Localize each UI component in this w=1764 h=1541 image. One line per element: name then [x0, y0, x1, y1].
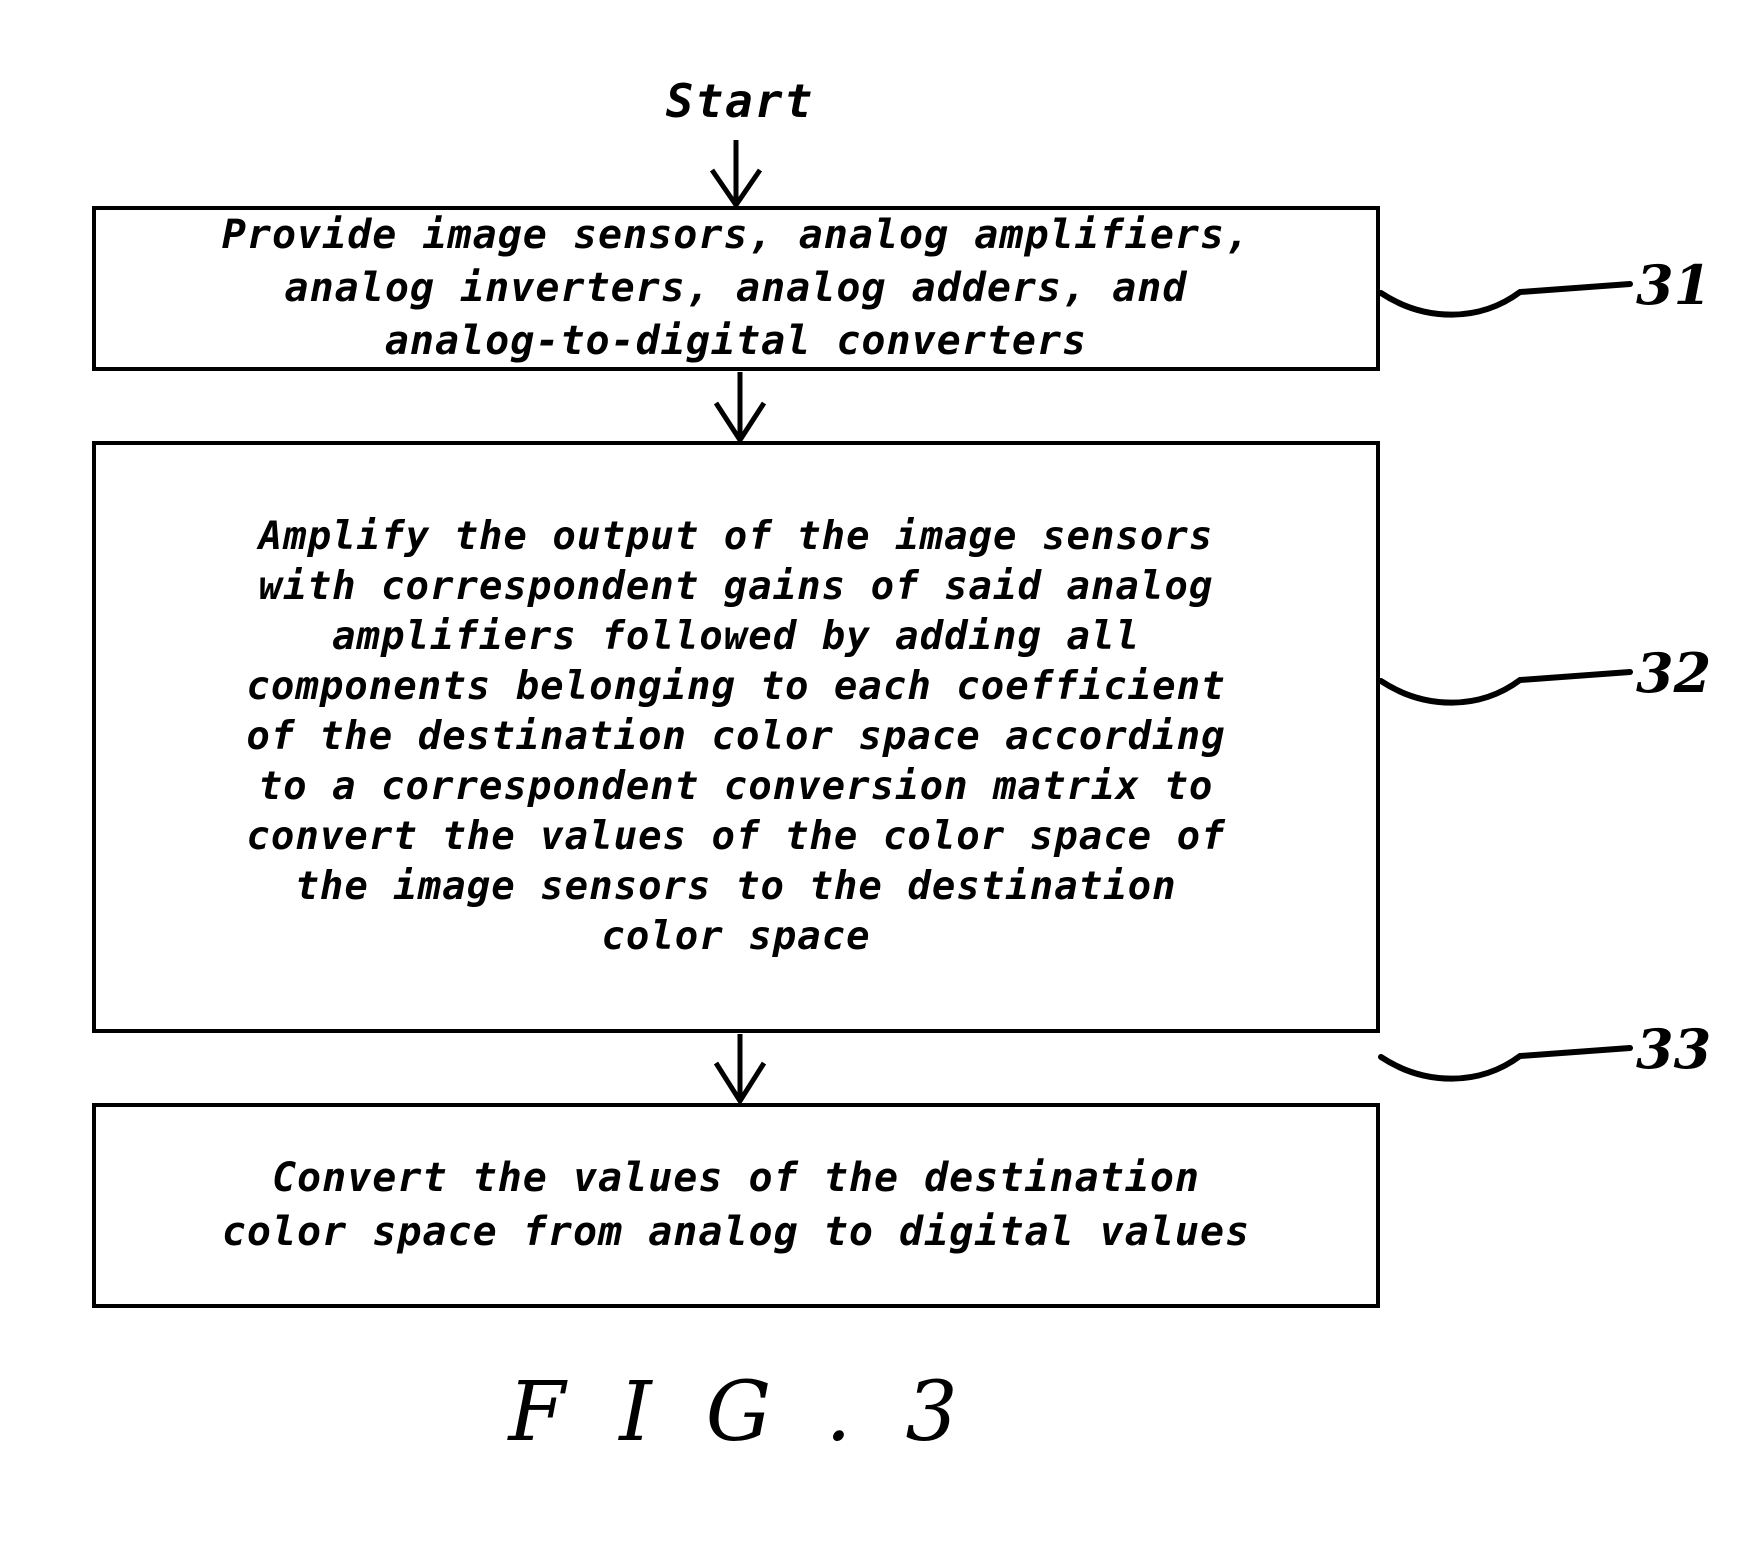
figure-caption: F I G . 3: [508, 1365, 972, 1460]
process-box-step-1-text: Provide image sensors, analog amplifiers…: [221, 211, 1251, 365]
process-box-step-1: Provide image sensors, analog amplifiers…: [92, 206, 1380, 371]
process-box-step-2-text: Amplify the output of the image sensors …: [246, 513, 1226, 960]
reference-numeral-32: 32: [1636, 641, 1712, 705]
leader-line-32: [1378, 669, 1633, 706]
patent-figure: Start Provide image sensors, analog ampl…: [0, 0, 1764, 1541]
leader-line-31: [1378, 281, 1633, 318]
arrow-step1-to-step2: [713, 372, 767, 445]
process-box-step-3-text: Convert the values of the destination co…: [221, 1154, 1251, 1255]
reference-numeral-31: 31: [1636, 253, 1712, 317]
process-box-step-2: Amplify the output of the image sensors …: [92, 441, 1380, 1033]
leader-line-33: [1378, 1045, 1633, 1082]
reference-numeral-33: 33: [1636, 1017, 1712, 1081]
start-label: Start: [665, 74, 815, 128]
process-box-step-3: Convert the values of the destination co…: [92, 1103, 1380, 1308]
arrow-step2-to-step3: [713, 1034, 767, 1106]
arrow-start-to-step1: [709, 140, 763, 210]
